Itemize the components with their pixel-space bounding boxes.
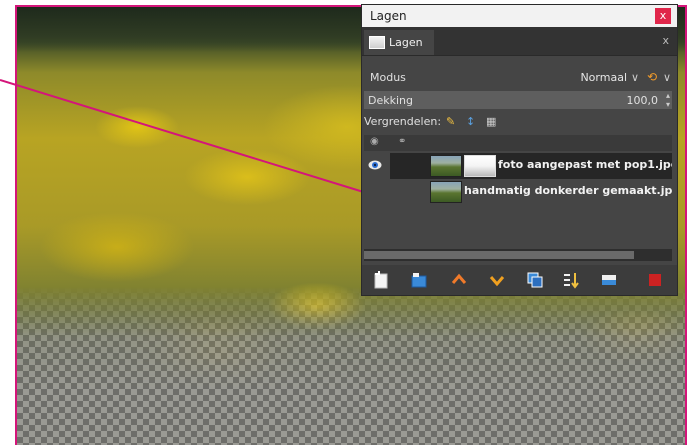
lower-layer-icon[interactable] xyxy=(488,271,506,289)
new-layer-group-icon[interactable] xyxy=(410,271,428,289)
mode-row: Modus Normaal ∨ ⟲ ∨ xyxy=(362,67,677,87)
dock-tabbar: Lagen x xyxy=(362,27,677,56)
layer-mask-thumbnail[interactable] xyxy=(464,155,496,177)
tab-layers[interactable]: Lagen xyxy=(364,30,434,55)
lock-row: Vergrendelen: ✎ ↕ ▦ xyxy=(362,111,677,131)
layers-list: foto aangepast met pop1.jpg handmatig do… xyxy=(364,151,672,246)
scrollbar-thumb[interactable] xyxy=(364,251,634,259)
layers-icon xyxy=(369,36,385,49)
opacity-value[interactable]: 100,0 xyxy=(627,94,659,107)
chevron-down-icon[interactable]: ∨ xyxy=(663,71,671,84)
layer-thumbnail[interactable] xyxy=(430,181,462,203)
visibility-header-icon: ◉ xyxy=(370,136,379,147)
mode-select[interactable]: Normaal xyxy=(580,71,627,84)
duplicate-layer-icon[interactable] xyxy=(526,271,544,289)
layers-dialog: Lagen x Lagen x Modus Normaal ∨ ⟲ ∨ Dekk… xyxy=(362,5,677,295)
new-layer-icon[interactable] xyxy=(372,271,390,289)
layer-name[interactable]: foto aangepast met pop1.jpg xyxy=(498,158,672,171)
transparency-checkerboard xyxy=(17,287,685,445)
tab-layers-label: Lagen xyxy=(389,36,423,49)
chain-header-icon: ⚭ xyxy=(398,136,407,147)
eye-icon[interactable] xyxy=(368,159,382,171)
dialog-titlebar[interactable]: Lagen x xyxy=(362,5,677,27)
reset-mode-icon[interactable]: ⟲ xyxy=(647,70,657,84)
list-item[interactable]: foto aangepast met pop1.jpg xyxy=(364,153,672,179)
list-item[interactable]: handmatig donkerder gemaakt.jpg xyxy=(364,179,672,205)
lock-pixels-icon[interactable]: ✎ xyxy=(446,115,455,128)
opacity-label: Dekking xyxy=(368,93,413,107)
delete-layer-icon[interactable] xyxy=(646,271,664,289)
layer-thumbnail[interactable] xyxy=(430,155,462,177)
opacity-slider[interactable]: Dekking 100,0 ▴ ▾ xyxy=(364,91,672,109)
mode-label: Modus xyxy=(370,70,406,84)
close-button[interactable]: x xyxy=(655,8,671,24)
dialog-title: Lagen xyxy=(370,9,407,23)
layers-list-header: ◉ ⚭ xyxy=(364,135,672,151)
lock-position-icon[interactable]: ↕ xyxy=(466,115,475,128)
raise-layer-icon[interactable] xyxy=(450,271,468,289)
layers-toolbar xyxy=(362,265,677,295)
spin-button-icon[interactable]: ▴ ▾ xyxy=(666,91,670,109)
tab-close-button[interactable]: x xyxy=(662,34,669,47)
lock-alpha-icon[interactable]: ▦ xyxy=(486,115,496,128)
horizontal-scrollbar[interactable] xyxy=(364,249,672,261)
anchor-merge-icon[interactable] xyxy=(562,271,580,289)
layer-name[interactable]: handmatig donkerder gemaakt.jpg xyxy=(464,184,672,197)
mask-icon[interactable] xyxy=(600,271,618,289)
chevron-down-icon[interactable]: ∨ xyxy=(631,71,639,84)
lock-label: Vergrendelen: xyxy=(364,114,442,128)
